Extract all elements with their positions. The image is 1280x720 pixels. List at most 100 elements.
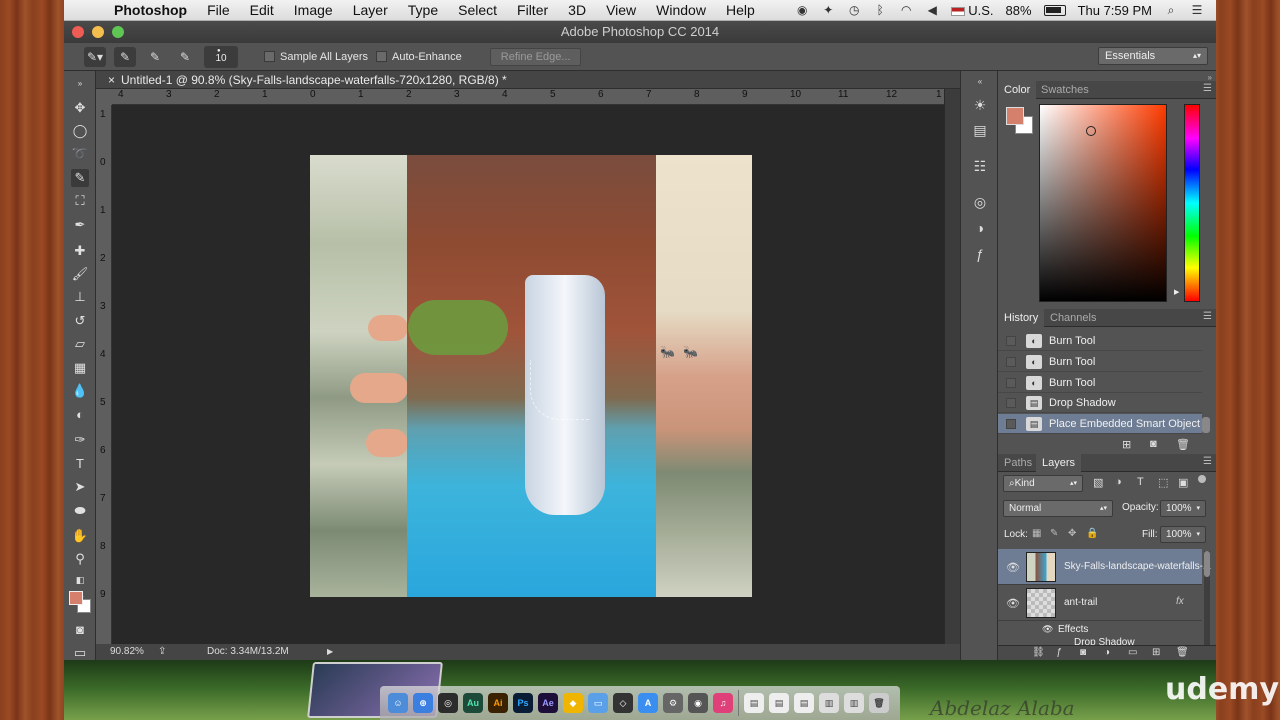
hue-slider-handle[interactable]: ▶ [1174,288,1179,296]
adjustments-icon[interactable]: ☀ [971,96,989,114]
elliptical-marquee-tool-icon[interactable]: ◯ [71,122,89,140]
lock-position-icon[interactable]: ✥ [1068,528,1076,539]
menu-edit[interactable]: Edit [240,2,284,18]
lock-transparent-icon[interactable]: ▦ [1032,528,1041,539]
document-icon[interactable]: ▤ [794,693,814,713]
history-scrollbar[interactable] [1202,417,1210,433]
wifi-icon[interactable]: ◠ [899,3,913,17]
menu-file[interactable]: File [197,2,240,18]
folder-icon[interactable]: ▭ [588,693,608,713]
lasso-tool-icon[interactable]: ➰ [71,145,89,163]
gradient-tool-icon[interactable]: ▦ [71,359,89,377]
horizontal-ruler[interactable]: 4 3 2 1 0 1 2 3 4 5 6 7 8 9 10 11 12 1 [112,89,944,105]
subtract-from-selection-brush-button[interactable]: ✎ [174,47,196,67]
layer-row-selected[interactable]: 👁 Sky-Falls-landscape-waterfalls-... [998,549,1211,585]
filter-shape-icon[interactable]: ⬚ [1158,476,1168,489]
pen-tool-icon[interactable]: ✑ [71,431,89,449]
document-icon[interactable]: ▤ [769,693,789,713]
ruler-origin[interactable] [96,89,112,105]
layers-scrollbar-thumb[interactable] [1204,551,1210,577]
filter-smart-object-icon[interactable]: ▣ [1178,476,1188,489]
menubar-clock[interactable]: Thu 7:59 PM [1078,3,1152,18]
menu-app-name[interactable]: Photoshop [104,2,197,18]
delete-layer-icon[interactable]: 🗑 [1176,647,1189,658]
brush-size-picker[interactable]: ● 10 [204,45,238,68]
history-row[interactable]: ◐ Burn Tool [998,373,1202,393]
illustrator-icon[interactable]: Ai [488,693,508,713]
add-layer-style-icon[interactable]: ƒ [1056,647,1062,658]
spotlight-search-icon[interactable]: ⌕ [1164,3,1178,17]
tab-color[interactable]: Color [998,81,1037,99]
share-icon[interactable]: ⇪ [158,644,166,660]
tab-swatches[interactable]: Swatches [1035,81,1095,99]
document-icon[interactable]: ▤ [744,693,764,713]
tab-channels[interactable]: Channels [1044,309,1102,327]
audition-icon[interactable]: Au [463,693,483,713]
sample-all-layers-checkbox[interactable]: Sample All Layers [264,51,368,63]
sketch-icon[interactable]: ◆ [563,693,583,713]
trash-icon[interactable]: 🗑 [869,693,889,713]
menu-select[interactable]: Select [448,2,507,18]
time-machine-icon[interactable]: ◷ [847,3,861,17]
record-icon[interactable]: ◉ [795,3,809,17]
type-tool-icon[interactable]: T [71,455,89,473]
input-locale[interactable]: U.S. [951,3,994,18]
volume-icon[interactable]: ◀ [925,3,939,17]
eyedropper-tool-icon[interactable]: ✒ [71,216,89,234]
zoom-tool-icon[interactable]: ⚲ [71,550,89,568]
collapse-strip-icon[interactable]: « [971,73,989,91]
opacity-field[interactable]: 100% ▾ [1160,500,1206,517]
close-window-button[interactable] [72,26,84,38]
ellipse-shape-tool-icon[interactable]: ⬬ [71,502,89,520]
battery-icon[interactable] [1043,4,1066,16]
quicktime-icon[interactable]: ◎ [438,693,458,713]
filter-adjustment-icon[interactable]: ◑ [1115,476,1122,488]
layer-name[interactable]: ant-trail [1064,597,1097,608]
photoshop-icon[interactable]: Ps [513,693,533,713]
brush-tool-icon[interactable]: 🖌 [71,265,89,283]
filter-pixel-icon[interactable]: ▧ [1093,476,1103,489]
history-source-box[interactable] [1006,398,1016,408]
minimize-window-button[interactable] [92,26,104,38]
activity-monitor-icon[interactable]: ◉ [688,693,708,713]
tab-history[interactable]: History [998,309,1045,327]
downloads-stack-icon[interactable]: ▥ [819,693,839,713]
collapse-toolbar-icon[interactable]: » [71,75,89,93]
layer-effects-fx-icon[interactable]: fx [1176,596,1184,607]
eraser-tool-icon[interactable]: ▱ [71,335,89,353]
panel-menu-icon[interactable]: ☰ [1203,83,1212,94]
burn-tool-icon[interactable]: ◐ [71,406,89,424]
layers-scrollbar-track[interactable] [1204,551,1210,647]
menu-filter[interactable]: Filter [507,2,558,18]
history-row[interactable]: ▤ Drop Shadow [998,393,1202,413]
styles-icon[interactable]: ◑ [971,219,989,237]
character-icon[interactable]: ƒ [971,245,989,263]
clone-stamp-tool-icon[interactable]: ⊥ [71,288,89,306]
path-selection-tool-icon[interactable]: ➤ [71,478,89,496]
hue-slider[interactable] [1184,104,1200,302]
new-document-from-state-icon[interactable]: ⊞ [1122,438,1131,451]
new-selection-brush-button[interactable]: ✎ [114,46,136,67]
crop-tool-icon[interactable]: ⛶ [71,192,89,210]
tab-paths[interactable]: Paths [998,454,1038,472]
effects-visibility-icon[interactable]: 👁 [1042,624,1053,635]
history-row[interactable]: ◐ Burn Tool [998,331,1202,351]
layer-thumbnail[interactable] [1026,588,1056,618]
panel-menu-icon[interactable]: ☰ [1203,311,1212,322]
menu-image[interactable]: Image [284,2,343,18]
add-to-selection-brush-button[interactable]: ✎ [144,47,166,67]
layer-thumbnail[interactable] [1026,552,1056,582]
menu-window[interactable]: Window [646,2,716,18]
itunes-icon[interactable]: ♫ [713,693,733,713]
menu-layer[interactable]: Layer [343,2,398,18]
workspace-switcher[interactable]: Essentials ▴▾ [1098,47,1208,65]
menu-help[interactable]: Help [716,2,765,18]
color-field[interactable] [1039,104,1167,302]
tool-preset-picker[interactable]: ✎▾ [84,46,106,67]
color-foreground-swatch[interactable] [1006,107,1024,125]
after-effects-icon[interactable]: Ae [538,693,558,713]
dropbox-icon[interactable]: ✦ [821,3,835,17]
lock-image-icon[interactable]: ✎ [1050,528,1058,539]
history-source-box[interactable] [1006,378,1016,388]
auto-enhance-checkbox[interactable]: Auto-Enhance [376,51,462,63]
